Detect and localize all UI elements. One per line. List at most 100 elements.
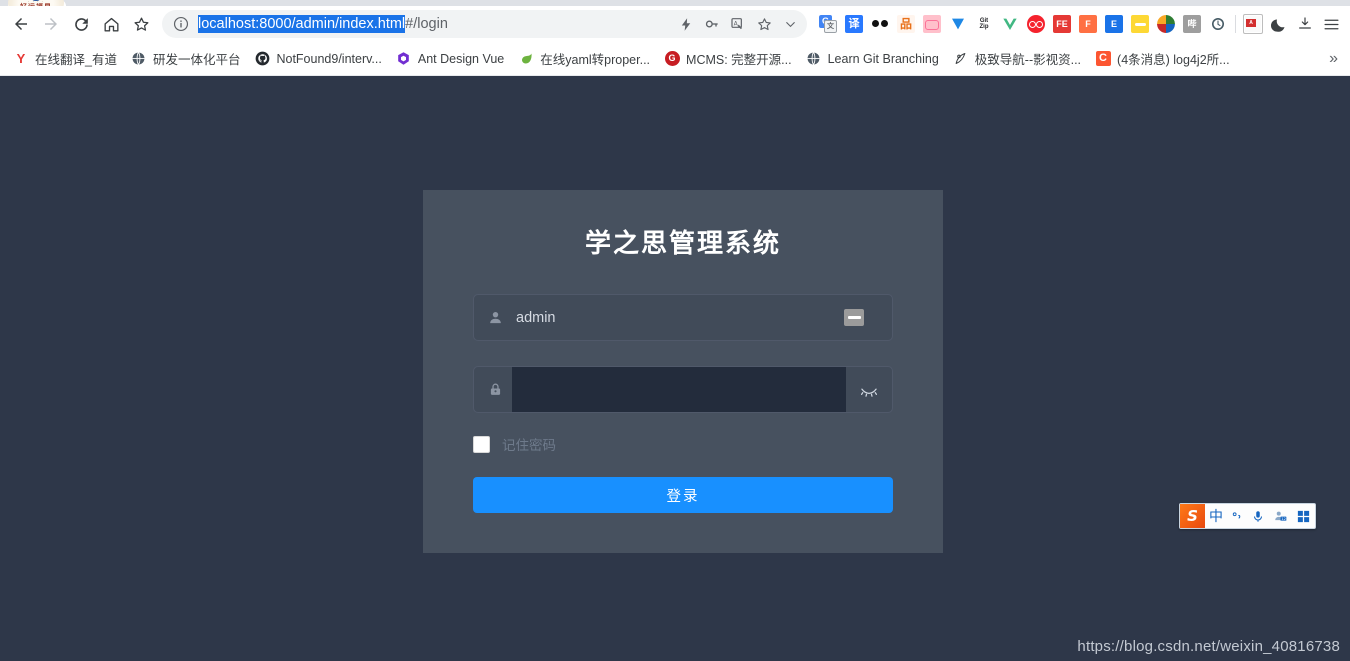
v-icon[interactable] <box>945 10 971 38</box>
address-bar[interactable]: localhost:8000/admin/index.html#/login A <box>162 10 807 38</box>
youdao-icon: Y <box>16 51 26 66</box>
download-icon[interactable] <box>1292 10 1318 38</box>
user-badge-icon[interactable]: 12 <box>1269 504 1291 528</box>
username-input[interactable] <box>516 295 844 340</box>
forward-button[interactable] <box>36 9 66 39</box>
fe-helper-icon[interactable]: FE <box>1049 10 1075 38</box>
password-field[interactable]: ••••••• <box>473 366 893 413</box>
bookmark-star-button[interactable] <box>126 9 156 39</box>
bookmark-label: (4条消息) log4j2所... <box>1117 53 1230 67</box>
address-bar-rest-text: #/login <box>405 16 448 32</box>
chevron-down-icon[interactable] <box>777 11 803 37</box>
star-icon <box>133 17 148 31</box>
forward-arrow-icon <box>45 18 57 30</box>
dots-yellow-icon[interactable] <box>1127 10 1153 38</box>
spring-icon <box>518 51 534 67</box>
clock-icon[interactable] <box>1205 10 1231 38</box>
bookmarks-bar: Y 在线翻译_有道 研发一体化平台 NotFound9/interv... An… <box>0 42 1350 76</box>
autofill-dots <box>847 316 861 319</box>
google-translate-icon[interactable]: G 文 <box>815 10 841 38</box>
bookmark-label: 极致导航--影视资... <box>974 53 1082 67</box>
eye-invisible-icon <box>860 388 878 397</box>
microphone-icon[interactable] <box>1247 504 1269 528</box>
browser-chrome: · · · · 好运福星 幸福平安 <box>0 0 1350 76</box>
punctuation-icon[interactable] <box>1227 504 1247 528</box>
login-card: 学之思管理系统 admin ••••••• 记住密码 登录 <box>423 190 943 553</box>
translate-cn-icon[interactable]: 译 <box>841 10 867 38</box>
home-button[interactable] <box>96 9 126 39</box>
password-value: ••••••• <box>520 382 566 397</box>
infinity-icon[interactable] <box>1023 10 1049 38</box>
key-icon[interactable] <box>699 11 725 37</box>
password-visibility-toggle[interactable] <box>846 380 892 400</box>
bookmark-item[interactable]: Learn Git Branching <box>799 47 946 71</box>
idm-icon[interactable] <box>1153 10 1179 38</box>
login-button[interactable]: 登录 <box>473 477 893 513</box>
gitzip-icon[interactable]: Git Zip <box>971 10 997 38</box>
fe-icon[interactable]: F <box>1075 10 1101 38</box>
reload-button[interactable] <box>66 9 96 39</box>
back-button[interactable] <box>6 9 36 39</box>
translate-image-icon[interactable]: A <box>725 11 751 37</box>
bookmark-item[interactable]: C (4条消息) log4j2所... <box>1088 47 1237 71</box>
pdf-icon[interactable]: A <box>1240 10 1266 38</box>
login-form: ••••••• 记住密码 登录 <box>423 294 943 513</box>
bookmark-item[interactable]: 研发一体化平台 <box>124 47 248 71</box>
bookmarks-overflow-button[interactable]: » <box>1323 50 1344 68</box>
bookmark-label: Ant Design Vue <box>417 51 505 66</box>
lock-icon <box>474 381 516 398</box>
bookmark-label: Learn Git Branching <box>827 51 939 66</box>
nav-icon <box>953 51 969 67</box>
bookmark-item[interactable]: Ant Design Vue <box>389 47 511 71</box>
csdn-icon: C <box>1095 51 1111 67</box>
browser-toolbar: localhost:8000/admin/index.html#/login A… <box>0 6 1350 42</box>
bookmark-item[interactable]: 在线yaml转proper... <box>511 47 657 71</box>
keyboard-panel-icon[interactable] <box>1291 504 1315 528</box>
extensions-strip: G 文 译 品 <box>815 10 1344 38</box>
hua-icon[interactable]: 哔 <box>1179 10 1205 38</box>
ime-toolbar[interactable]: S 中 12 <box>1179 503 1316 529</box>
page-content: 学之思管理系统 admin ••••••• 记住密码 登录 S 中 12 htt… <box>0 76 1350 661</box>
vue-devtools-icon[interactable] <box>997 10 1023 38</box>
reload-icon <box>74 17 88 31</box>
bookmark-label: 在线翻译_有道 <box>35 53 117 67</box>
bookmark-star-icon[interactable] <box>751 11 777 37</box>
bookmark-item[interactable]: G MCMS: 完整开源... <box>657 47 799 71</box>
menu-icon[interactable] <box>1318 10 1344 38</box>
dark-reader-icon[interactable] <box>867 10 893 38</box>
svg-text:12: 12 <box>1281 517 1285 521</box>
globe-icon <box>806 51 822 67</box>
remember-password-label: 记住密码 <box>502 438 556 454</box>
bookmark-label: NotFound9/interv... <box>276 51 382 66</box>
autofill-chip-icon[interactable] <box>844 309 864 326</box>
username-field[interactable] <box>473 294 893 341</box>
back-arrow-icon <box>15 18 27 30</box>
fe-blue-icon[interactable]: E <box>1101 10 1127 38</box>
flash-icon[interactable] <box>673 11 699 37</box>
sogou-logo-icon[interactable]: S <box>1180 504 1205 528</box>
omnibox-actions: A <box>673 11 803 37</box>
ant-design-icon <box>396 51 412 67</box>
site-information-icon[interactable] <box>172 15 190 33</box>
home-icon <box>103 17 119 32</box>
remember-password-row[interactable]: 记住密码 <box>473 433 893 455</box>
user-icon <box>474 309 516 326</box>
bookmark-label: MCMS: 完整开源... <box>686 53 792 67</box>
bookmark-label: 研发一体化平台 <box>152 53 241 67</box>
github-icon <box>254 51 270 67</box>
address-bar-selected-text: localhost:8000/admin/index.html <box>198 15 406 33</box>
remember-password-checkbox[interactable] <box>473 435 490 453</box>
bookmark-label: 在线yaml转proper... <box>540 53 651 67</box>
globe-icon <box>131 51 147 67</box>
sitemap-icon[interactable]: 品 <box>893 10 919 38</box>
moon-icon[interactable] <box>1266 10 1292 38</box>
bookmark-item[interactable]: Y 在线翻译_有道 <box>6 47 124 71</box>
bilibili-icon[interactable] <box>919 10 945 38</box>
bookmark-item[interactable]: 极致导航--影视资... <box>946 47 1088 71</box>
page-title: 学之思管理系统 <box>584 229 781 259</box>
toolbar-divider <box>1235 15 1236 33</box>
gitee-icon: G <box>664 51 680 67</box>
ime-mode-button[interactable]: 中 <box>1205 504 1227 528</box>
address-bar-text[interactable]: localhost:8000/admin/index.html#/login <box>198 15 673 33</box>
bookmark-item[interactable]: NotFound9/interv... <box>247 47 388 71</box>
